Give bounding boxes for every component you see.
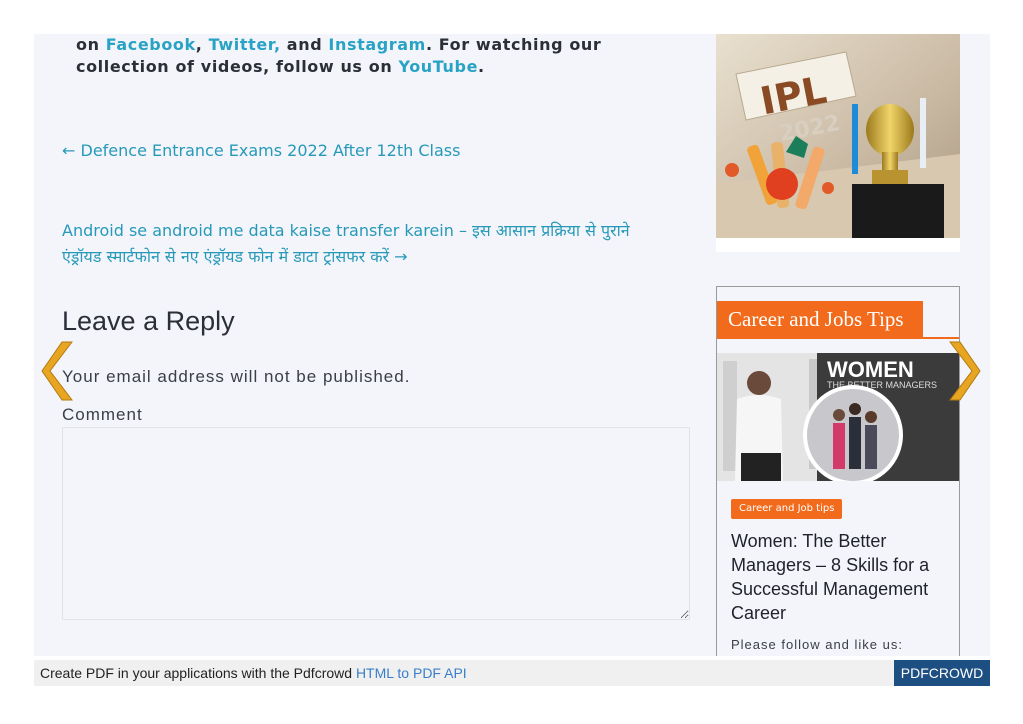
career-jobs-widget: Career and Jobs Tips WOMEN THE BETTER MA… <box>716 286 960 656</box>
comment-textarea[interactable] <box>62 427 690 620</box>
career-widget-header: Career and Jobs Tips <box>717 301 923 337</box>
instagram-link[interactable]: Instagram <box>328 35 426 54</box>
facebook-link[interactable]: Facebook <box>106 35 196 54</box>
comment-label: Comment <box>62 405 143 424</box>
ipl-image-card[interactable]: IPL 2022 <box>716 34 960 252</box>
chevron-right-icon[interactable] <box>948 340 982 402</box>
pdfcrowd-text: Create PDF in your applications with the… <box>40 665 467 681</box>
career-post-title[interactable]: Women: The Better Managers – 8 Skills fo… <box>731 529 953 625</box>
social-follow-text: on Facebook, Twitter, and Instagram. For… <box>76 35 602 76</box>
category-badge[interactable]: Career and Job tips <box>731 499 843 519</box>
previous-post-link[interactable]: ← Defence Entrance Exams 2022 After 12th… <box>62 138 460 164</box>
chevron-left-icon[interactable] <box>40 340 74 402</box>
next-post-link[interactable]: Android se android me data kaise transfe… <box>62 218 672 270</box>
ipl-2022-image[interactable]: IPL 2022 <box>716 34 960 238</box>
reply-title: Leave a Reply <box>62 306 235 336</box>
youtube-link[interactable]: YouTube <box>398 57 478 76</box>
twitter-link[interactable]: Twitter, <box>209 35 281 54</box>
career-header-underline <box>717 337 959 339</box>
follow-us-text: Please follow and like us: <box>731 637 903 652</box>
women-headline-text: WOMEN <box>827 357 914 382</box>
pdfcrowd-bar: Create PDF in your applications with the… <box>34 660 990 686</box>
pdfcrowd-button[interactable]: PDFCROWD <box>894 660 990 686</box>
email-notice: Your email address will not be published… <box>62 367 411 386</box>
html-to-pdf-api-link[interactable]: HTML to PDF API <box>356 665 467 681</box>
page-content: on Facebook, Twitter, and Instagram. For… <box>34 34 990 656</box>
women-managers-image[interactable]: WOMEN THE BETTER MANAGERS <box>717 353 960 481</box>
